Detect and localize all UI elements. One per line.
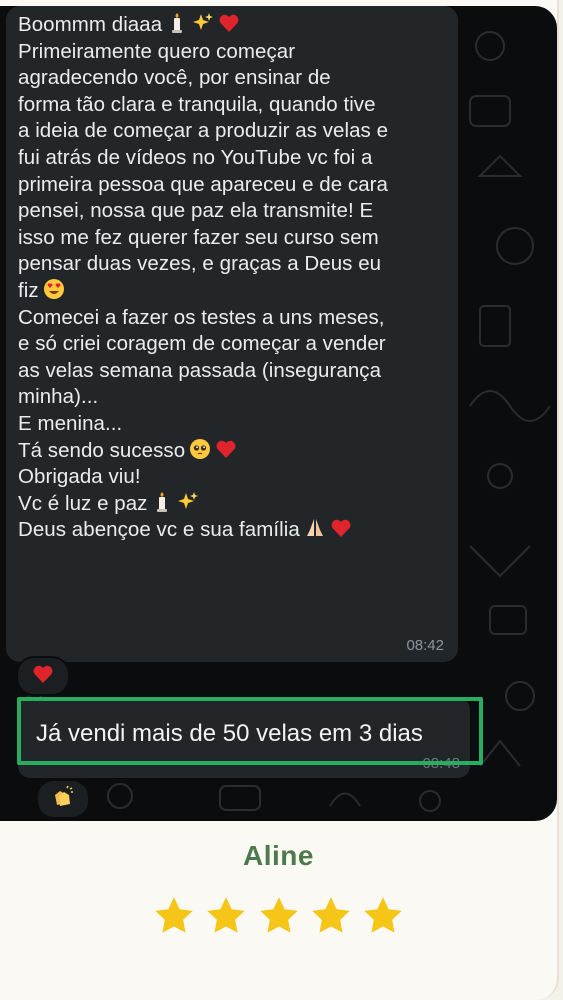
star-icon (204, 894, 248, 938)
clap-reaction[interactable] (36, 779, 90, 819)
message-text: Já vendi mais de 50 velas em 3 dias (36, 720, 423, 747)
message-timestamp: 08:42 (406, 637, 444, 654)
red-heart-icon (218, 12, 240, 34)
message-line: Boommm diaaa (18, 12, 456, 39)
folded-hands-icon (304, 517, 326, 539)
message-line: E menina... (18, 411, 123, 435)
message-line: fiz (18, 278, 456, 305)
message-line: primeira pessoa que apareceu e de cara (18, 172, 388, 196)
reviewer-name: Aline (243, 840, 314, 871)
clapping-hands-icon (51, 785, 75, 814)
message-text: Boommm diaaa Primeiramente quero começar… (18, 12, 456, 544)
message-line: Comecei a fazer os testes a uns meses, (18, 305, 385, 329)
heart-reaction[interactable] (16, 656, 70, 696)
message-line: isso me fez querer fazer seu curso sem (18, 225, 379, 249)
message-line: fui atrás de vídeos no YouTube vc foi a (18, 145, 373, 169)
message-line: forma tão clara e tranquila, quando tive (18, 92, 376, 116)
red-heart-icon (32, 663, 54, 690)
message-line: Obrigada viu! (18, 465, 141, 489)
message-line: Vc é luz e paz (18, 491, 456, 518)
pleading-face-icon (189, 438, 211, 460)
sparkles-icon (192, 12, 214, 34)
message-bubble-incoming[interactable]: Já vendi mais de 50 velas em 3 dias 08:4… (18, 698, 470, 778)
message-line: as velas semana passada (insegurança (18, 358, 382, 382)
message-line: pensei, nossa que paz ela transmite! E (18, 199, 374, 223)
testimonial-card: Boommm diaaa Primeiramente quero começar… (0, 0, 559, 1000)
message-line: a ideia de começar a produzir as velas e (18, 119, 389, 143)
heart-eyes-icon (43, 278, 65, 300)
red-heart-icon (330, 517, 352, 539)
candle-icon (151, 491, 173, 513)
chat-screenshot: Boommm diaaa Primeiramente quero começar… (0, 6, 557, 821)
star-icon (152, 894, 196, 938)
message-line: Tá sendo sucesso (18, 438, 456, 465)
message-line: minha)... (18, 385, 99, 409)
star-icon (257, 894, 301, 938)
message-line: e só criei coragem de começar a vender (18, 332, 386, 356)
message-line: agradecendo você, por ensinar de (18, 66, 331, 90)
sparkles-icon (177, 491, 199, 513)
message-bubble-incoming[interactable]: Boommm diaaa Primeiramente quero começar… (6, 6, 458, 662)
star-icon (361, 894, 405, 938)
red-heart-icon (215, 438, 237, 460)
star-icon (309, 894, 353, 938)
message-line: Primeiramente quero começar (18, 39, 296, 63)
message-line: pensar duas vezes, e graças a Deus eu (18, 252, 382, 276)
message-line: Deus abençoe vc e sua família (18, 517, 456, 544)
candle-icon (166, 12, 188, 34)
message-timestamp: 08:48 (422, 755, 460, 772)
star-rating (0, 894, 557, 943)
